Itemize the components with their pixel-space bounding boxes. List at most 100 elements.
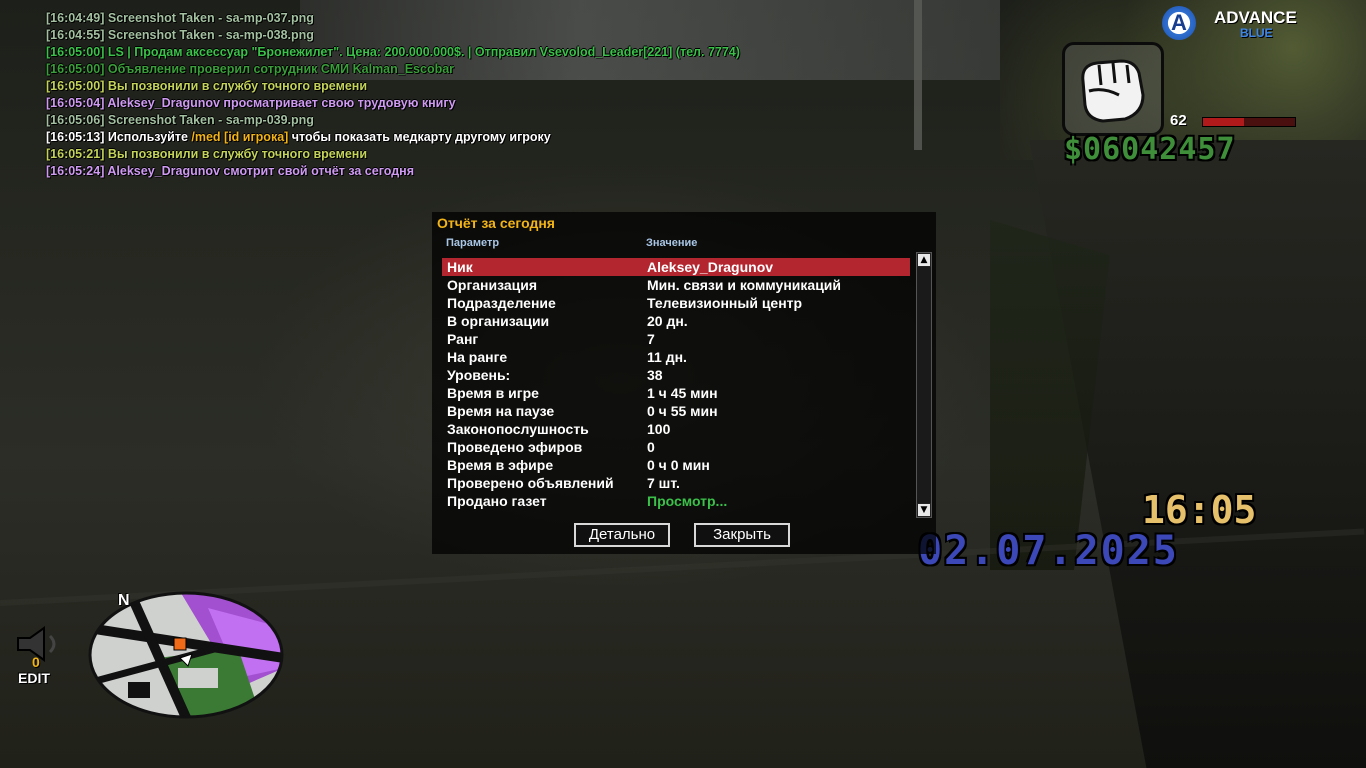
minimap-marker xyxy=(173,637,187,651)
report-list[interactable]: Ник Aleksey_Dragunov Организация Мин. связи… xyxy=(442,258,910,514)
list-item[interactable]: Продано газет Просмотр... xyxy=(442,492,910,510)
chat-timestamp: [16:05:04] xyxy=(46,96,105,110)
chat-timestamp: [16:04:49] xyxy=(46,11,105,25)
radio-edit-label: EDIT xyxy=(18,670,50,686)
row-param: Подразделение xyxy=(447,295,556,311)
chat-text: Aleksey_Dragunov смотрит свой отчёт за с… xyxy=(107,164,414,178)
game-date: 02.07.2025 xyxy=(918,528,1179,574)
list-scrollbar[interactable]: ▲ ▼ xyxy=(916,252,932,518)
row-param: Организация xyxy=(447,277,538,293)
speaker-icon xyxy=(17,626,56,662)
logo-letter: A xyxy=(1171,10,1187,35)
list-item[interactable]: Законопослушность 100 xyxy=(442,420,910,438)
chat-timestamp: [16:05:00] xyxy=(46,62,105,76)
row-value: 20 дн. xyxy=(647,313,688,329)
row-value: Просмотр... xyxy=(647,493,728,509)
dialog-title: Отчёт за сегодня xyxy=(437,215,555,231)
radio-count: 0 xyxy=(32,654,40,670)
column-header-value: Значение xyxy=(646,237,698,249)
row-param: Проведено эфиров xyxy=(447,439,583,455)
row-value: 1 ч 45 мин xyxy=(647,385,718,401)
row-param: Уровень: xyxy=(447,367,511,383)
row-param: Проверено объявлений xyxy=(447,475,614,491)
row-value: Мин. связи и коммуникаций xyxy=(647,277,842,293)
chat-text: чтобы показать медкарту другому игроку xyxy=(288,130,551,144)
row-param: Ранг xyxy=(447,331,479,347)
north-indicator: N xyxy=(118,592,130,609)
chat-text: Используйте xyxy=(107,130,192,144)
list-item[interactable]: Время в эфире 0 ч 0 мин xyxy=(442,456,910,474)
list-item[interactable]: Проведено эфиров 0 xyxy=(442,438,910,456)
close-button[interactable]: Закрыть xyxy=(694,523,790,547)
list-item[interactable]: Уровень: 38 xyxy=(442,366,910,384)
chat-log: [16:04:49] Screenshot Taken - sa-mp-037.… xyxy=(46,10,740,180)
chat-text: Вы позвонили в службу точного времени xyxy=(107,147,368,161)
logo-title: ADVANCE xyxy=(1214,8,1297,27)
health-bar-fill xyxy=(1203,118,1245,126)
row-value: 0 xyxy=(647,439,655,455)
chat-timestamp: [16:04:55] xyxy=(46,28,105,42)
row-param: Продано газет xyxy=(447,493,547,509)
row-param: Время в эфире xyxy=(447,457,554,473)
list-item[interactable]: Ранг 7 xyxy=(442,330,910,348)
chat-line: [16:05:00] Вы позвонили в службу точного… xyxy=(46,78,740,95)
chat-timestamp: [16:05:00] xyxy=(46,45,105,59)
health-bar xyxy=(1202,117,1296,127)
background-pole xyxy=(914,0,922,150)
row-value: Aleksey_Dragunov xyxy=(647,259,774,275)
chat-timestamp: [16:05:24] xyxy=(46,164,105,178)
row-value: 0 ч 55 мин xyxy=(647,403,718,419)
server-logo: A ADVANCE BLUE xyxy=(1160,4,1310,44)
chat-text: Вы позвонили в службу точного времени xyxy=(107,79,368,93)
background-road xyxy=(1029,140,1366,768)
chat-timestamp: [16:05:21] xyxy=(46,147,105,161)
row-value: Телевизионный центр xyxy=(647,295,803,311)
row-param: Время в игре xyxy=(447,385,539,401)
row-value: 100 xyxy=(647,421,671,437)
weapon-slot xyxy=(1062,42,1164,136)
list-item[interactable]: Организация Мин. связи и коммуникаций xyxy=(442,276,910,294)
chat-line: [16:04:49] Screenshot Taken - sa-mp-037.… xyxy=(46,10,740,27)
chat-text: Aleksey_Dragunov просматривает свою труд… xyxy=(107,96,456,110)
chat-line: [16:05:21] Вы позвонили в службу точного… xyxy=(46,146,740,163)
list-item[interactable]: На ранге 11 дн. xyxy=(442,348,910,366)
chat-text: LS | Продам аксессуар "Бронежилет". Цена… xyxy=(107,45,740,59)
background-grass xyxy=(990,220,1110,570)
chat-text: Screenshot Taken - sa-mp-037.png xyxy=(107,11,314,25)
list-item[interactable]: Время в игре 1 ч 45 мин xyxy=(442,384,910,402)
chat-timestamp: [16:05:06] xyxy=(46,113,105,127)
chat-line: [16:05:04] Aleksey_Dragunov просматривае… xyxy=(46,95,740,112)
list-item[interactable]: В организации 20 дн. xyxy=(442,312,910,330)
fist-icon xyxy=(1081,59,1145,123)
scroll-up-arrow-icon[interactable]: ▲ xyxy=(917,253,931,267)
logo-subtitle: BLUE xyxy=(1240,26,1273,40)
chat-text: Screenshot Taken - sa-mp-039.png xyxy=(107,113,314,127)
chat-line: [16:05:00] Объявление проверил сотрудник… xyxy=(46,61,740,78)
column-header-param: Параметр xyxy=(446,237,500,249)
chat-line: [16:05:13] Используйте /med [id игрока] … xyxy=(46,129,740,146)
money-display: $06042457 xyxy=(1064,132,1236,167)
chat-timestamp: [16:05:00] xyxy=(46,79,105,93)
row-value: 0 ч 0 мин xyxy=(647,457,710,473)
chat-line: [16:05:24] Aleksey_Dragunov смотрит свой… xyxy=(46,163,740,180)
game-clock: 16:05 xyxy=(1142,488,1257,532)
row-value: 11 дн. xyxy=(647,349,687,365)
row-param: Время на паузе xyxy=(447,403,555,419)
chat-line: [16:04:55] Screenshot Taken - sa-mp-038.… xyxy=(46,27,740,44)
row-param: Законопослушность xyxy=(447,421,589,437)
chat-text: Screenshot Taken - sa-mp-038.png xyxy=(107,28,314,42)
ammo-count: 62 xyxy=(1170,112,1187,129)
details-button[interactable]: Детально xyxy=(574,523,670,547)
report-dialog: Отчёт за сегодня Параметр Значение Ник Al… xyxy=(432,212,936,554)
list-item[interactable]: Время на паузе 0 ч 55 мин xyxy=(442,402,910,420)
scroll-down-arrow-icon[interactable]: ▼ xyxy=(917,503,931,517)
row-value: 7 шт. xyxy=(647,475,680,491)
chat-timestamp: [16:05:13] xyxy=(46,130,105,144)
row-param: Ник xyxy=(447,259,473,275)
chat-line: [16:05:00] LS | Продам аксессуар "Бронеж… xyxy=(46,44,740,61)
list-item[interactable]: Ник Aleksey_Dragunov xyxy=(442,258,910,276)
list-item[interactable]: Подразделение Телевизионный центр xyxy=(442,294,910,312)
row-value: 7 xyxy=(647,331,655,347)
chat-text: Объявление проверил сотрудник СМИ Kalman… xyxy=(107,62,455,76)
list-item[interactable]: Проверено объявлений 7 шт. xyxy=(442,474,910,492)
